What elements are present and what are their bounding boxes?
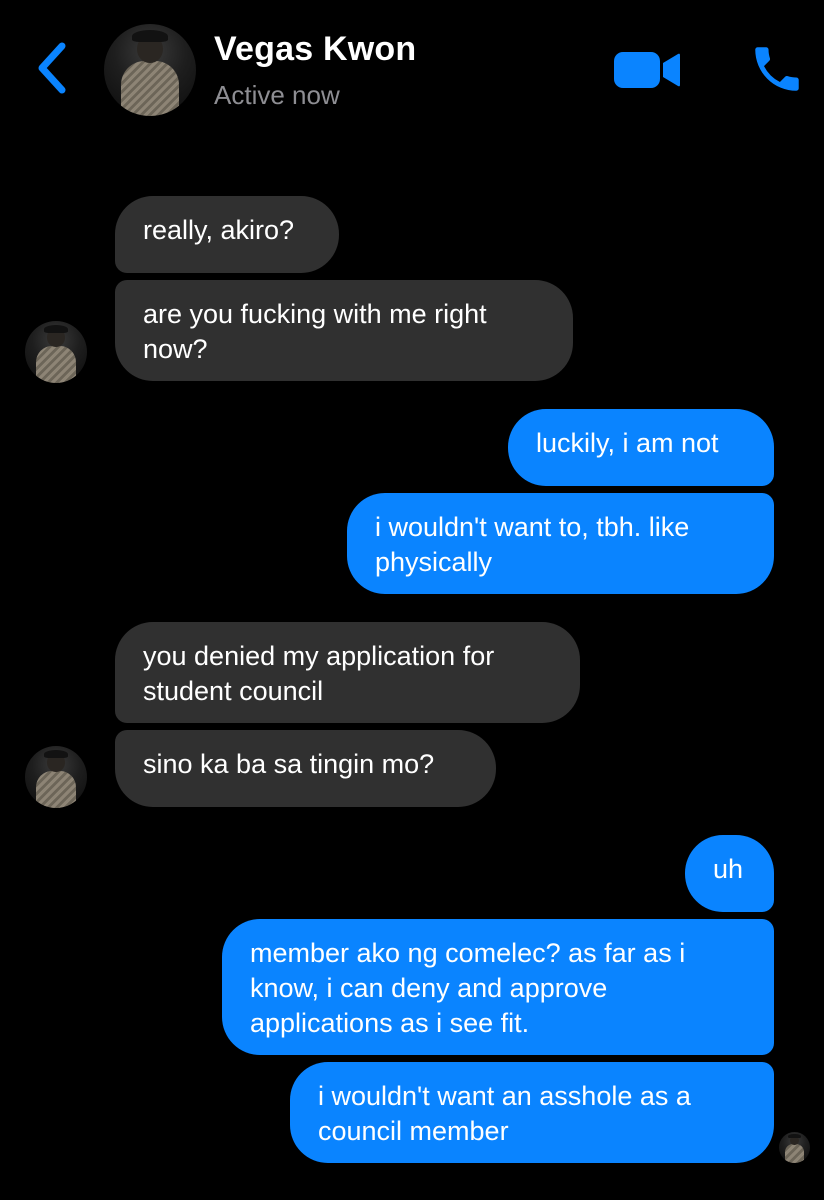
video-camera-icon xyxy=(614,52,680,88)
contact-status: Active now xyxy=(214,80,340,110)
outgoing-message-bubble[interactable]: i wouldn't want to, tbh. like physically xyxy=(347,493,774,594)
incoming-message-bubble[interactable]: really, akiro? xyxy=(115,196,339,273)
back-button[interactable] xyxy=(30,38,80,98)
voice-call-button[interactable] xyxy=(748,40,806,98)
outgoing-message-bubble[interactable]: i wouldn't want an asshole as a council … xyxy=(290,1062,774,1163)
contact-avatar-small[interactable] xyxy=(25,321,87,383)
chat-header: Vegas Kwon Active now xyxy=(0,0,824,140)
outgoing-message-bubble[interactable]: member ako ng comelec? as far as i know,… xyxy=(222,919,774,1055)
contact-avatar[interactable] xyxy=(104,24,196,116)
phone-icon xyxy=(755,47,799,91)
outgoing-message-bubble[interactable]: uh xyxy=(685,835,774,912)
video-call-button[interactable] xyxy=(612,48,682,92)
incoming-message-bubble[interactable]: sino ka ba sa tingin mo? xyxy=(115,730,496,807)
incoming-message-bubble[interactable]: you denied my application for student co… xyxy=(115,622,580,723)
chevron-left-icon xyxy=(38,42,66,94)
contact-name[interactable]: Vegas Kwon xyxy=(214,30,416,69)
seen-indicator-avatar xyxy=(779,1132,810,1163)
incoming-message-bubble[interactable]: are you fucking with me right now? xyxy=(115,280,573,381)
outgoing-message-bubble[interactable]: luckily, i am not xyxy=(508,409,774,486)
contact-avatar-small[interactable] xyxy=(25,746,87,808)
